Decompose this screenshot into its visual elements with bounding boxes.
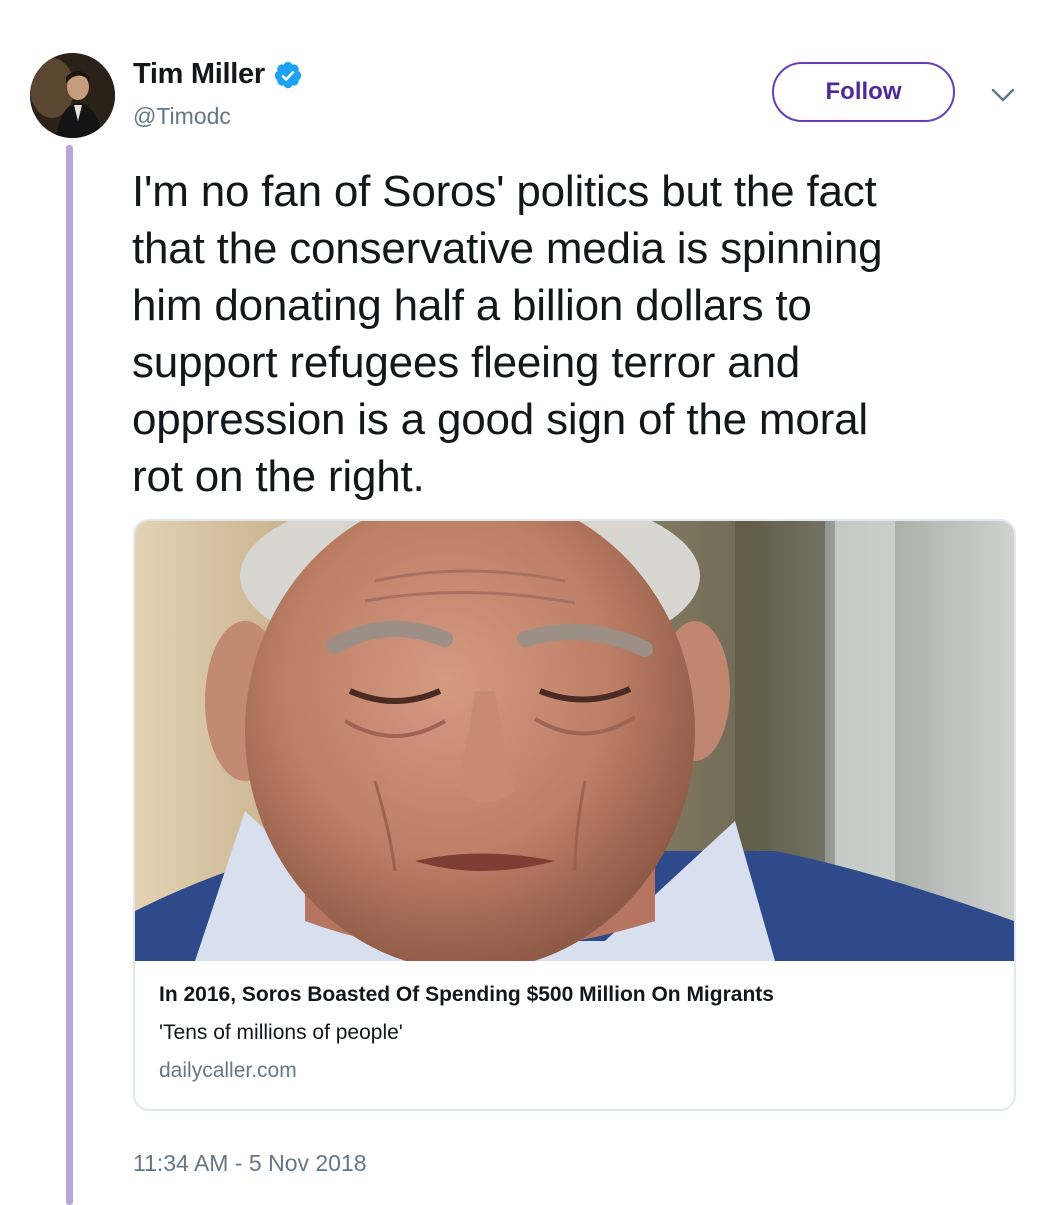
avatar-photo [30, 53, 115, 138]
verified-badge-icon [273, 60, 303, 90]
tweet-text-line: him donating half a billion dollars to [132, 281, 812, 330]
author-handle[interactable]: @Timodc [133, 103, 231, 130]
card-domain: dailycaller.com [159, 1059, 297, 1082]
card-thumbnail-image[interactable] [135, 521, 1014, 961]
tweet-text: I'm no fan of Soros' politics but the fa… [132, 163, 1032, 505]
thread-connector-line [66, 145, 73, 1205]
tweet-text-line: that the conservative media is spinning [132, 224, 883, 273]
tweet-text-line: rot on the right. [132, 452, 425, 501]
link-preview-card[interactable]: In 2016, Soros Boasted Of Spending $500 … [133, 519, 1016, 1111]
tweet-text-line: support refugees fleeing terror and [132, 338, 801, 387]
author-name-row: Tim Miller [133, 58, 303, 91]
tweet-text-line: oppression is a good sign of the moral [132, 395, 868, 444]
card-title[interactable]: In 2016, Soros Boasted Of Spending $500 … [159, 983, 990, 1007]
card-description: 'Tens of millions of people' [159, 1021, 403, 1044]
chevron-down-icon[interactable] [990, 86, 1016, 104]
author-display-name[interactable]: Tim Miller [133, 58, 265, 91]
card-text-block[interactable]: In 2016, Soros Boasted Of Spending $500 … [159, 983, 990, 1083]
avatar[interactable] [30, 53, 115, 138]
follow-button[interactable]: Follow [772, 62, 955, 122]
tweet-text-line: I'm no fan of Soros' politics but the fa… [132, 167, 877, 216]
tweet-timestamp[interactable]: 11:34 AM - 5 Nov 2018 [133, 1150, 367, 1177]
